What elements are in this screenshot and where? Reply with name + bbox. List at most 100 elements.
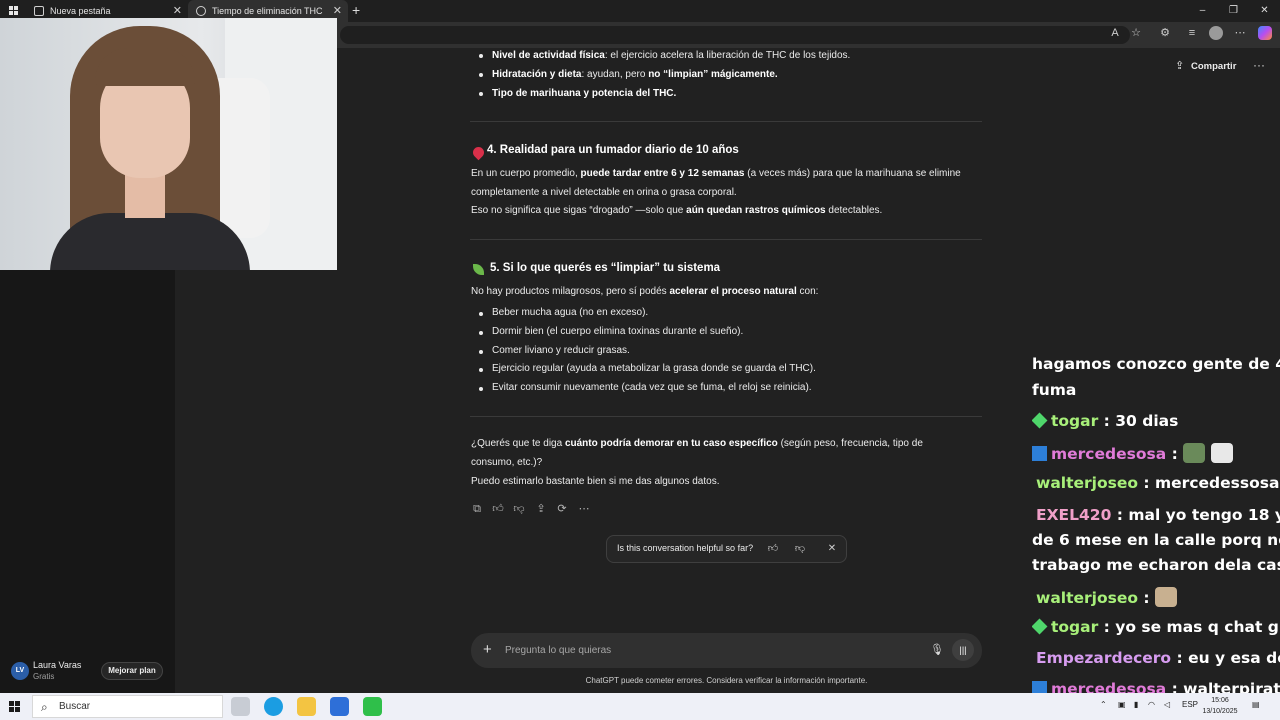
bullet-dot: [479, 92, 483, 96]
more-actions-icon[interactable]: ⋯: [577, 502, 591, 516]
notifications-icon[interactable]: ▤: [1252, 700, 1260, 709]
edge-browser-icon[interactable]: [264, 697, 283, 716]
paragraph: completamente a nivel detectable en orin…: [471, 187, 737, 198]
emote-icon: [1155, 587, 1178, 607]
list-item: Nivel de actividad física: el ejercicio …: [492, 50, 851, 61]
sub-badge-icon: [1032, 412, 1048, 429]
share-message-icon[interactable]: ⇪: [534, 502, 548, 516]
paragraph: En un cuerpo promedio, puede tardar entr…: [471, 168, 961, 179]
thumbs-down-icon[interactable]: 👎︎: [512, 502, 526, 516]
paragraph: Puedo estimarlo bastante bien si me das …: [471, 476, 720, 487]
share-button[interactable]: Compartir: [1191, 61, 1236, 72]
chat-line: togar : 30 dias: [1032, 412, 1178, 430]
tray-app-icon[interactable]: ▣: [1118, 700, 1126, 709]
sub-badge-icon: [1032, 618, 1048, 635]
maximize-button[interactable]: ❐: [1218, 0, 1249, 22]
tray-chevron-icon[interactable]: ⌃: [1100, 700, 1107, 709]
favorites-icon[interactable]: ≡: [1185, 26, 1199, 40]
close-icon[interactable]: ✕: [825, 542, 839, 556]
list-item: Comer liviano y reducir grasas.: [492, 345, 630, 356]
paragraph: No hay productos milagrosos, pero sí pod…: [471, 286, 819, 297]
list-item: Beber mucha agua (no en exceso).: [492, 307, 649, 318]
search-icon: ⌕: [41, 700, 48, 714]
mod-badge-icon: [1032, 446, 1047, 461]
voice-mode-icon[interactable]: |||: [952, 639, 974, 661]
copy-icon[interactable]: ⧉: [470, 502, 484, 516]
network-icon[interactable]: ◠: [1148, 700, 1155, 709]
list-item: Hidratación y dieta: ayudan, pero no “li…: [492, 69, 778, 80]
section-heading: 4. Realidad para un fumador diario de 10…: [487, 144, 739, 156]
list-item: Dormir bien (el cuerpo elimina toxinas d…: [492, 326, 744, 337]
emote-icon: [1210, 443, 1233, 463]
chat-line: mercedesosa :: [1032, 443, 1233, 463]
browser-menu-icon[interactable]: ⋯: [1233, 26, 1247, 40]
regenerate-icon[interactable]: ⟳: [555, 502, 569, 516]
disclaimer: ChatGPT puede cometer errores. Considera…: [585, 676, 868, 685]
window-menu-icon[interactable]: [9, 6, 19, 16]
minimize-button[interactable]: –: [1187, 0, 1218, 22]
paragraph: ¿Querés que te diga cuánto podría demora…: [471, 438, 923, 449]
upgrade-plan-button[interactable]: Mejorar plan: [101, 662, 163, 680]
paragraph: Eso no significa que sigas “drogado” —so…: [471, 205, 883, 216]
security-shield-icon[interactable]: [330, 697, 349, 716]
prompt-input[interactable]: [505, 642, 885, 659]
bullet-dot: [479, 331, 483, 335]
profile-avatar-icon[interactable]: [1209, 26, 1223, 40]
chat-line: fuma: [1032, 381, 1077, 399]
close-window-button[interactable]: ✕: [1249, 0, 1280, 22]
chat-line: EXEL420 : mal yo tengo 18 y est: [1036, 506, 1280, 524]
thumbs-up-icon[interactable]: 👍︎: [491, 502, 505, 516]
emote-icon: [1183, 443, 1206, 463]
windows-start-icon[interactable]: [9, 701, 21, 713]
list-item: Evitar consumir nuevamente (cada vez que…: [492, 382, 812, 393]
task-view-icon[interactable]: [231, 697, 250, 716]
chat-line: hagamos conozco gente de 40 70: [1032, 355, 1280, 373]
bullet-dot: [479, 312, 483, 316]
taskbar: ⌕ Buscar ⌃ ▣ ▮ ◠ ◁ ESP 15:06 13/10/2025 …: [0, 693, 1280, 720]
user-plan: Gratis: [33, 672, 55, 681]
webcam-overlay: [0, 18, 337, 270]
more-options-icon[interactable]: ···: [1253, 58, 1265, 72]
address-bar[interactable]: [340, 26, 1130, 44]
attach-plus-icon[interactable]: +: [483, 641, 492, 659]
divider: [470, 239, 982, 240]
clock[interactable]: 15:06 13/10/2025: [1200, 695, 1240, 717]
thumbs-down-icon[interactable]: 👎︎: [793, 542, 807, 556]
taskbar-search[interactable]: ⌕ Buscar: [32, 695, 223, 718]
language-indicator[interactable]: ESP: [1182, 700, 1198, 709]
chat-line: trabago me echaron dela casa: [1032, 556, 1280, 574]
feedback-prompt: Is this conversation helpful so far? 👍︎ …: [606, 535, 847, 563]
chat-line: mercedesosa : walterpirate: [1032, 680, 1280, 693]
bullet-dot: [479, 387, 483, 391]
chat-line: togar : yo se mas q chat gpt c: [1032, 618, 1280, 636]
section-heading: 5. Si lo que querés es “limpiar” tu sist…: [490, 262, 721, 274]
mod-badge-icon: [1032, 681, 1047, 693]
paragraph: consumo, etc.)?: [471, 457, 543, 468]
new-tab-button[interactable]: +: [352, 0, 360, 20]
read-aloud-icon[interactable]: A: [1108, 26, 1122, 40]
tray-usb-icon[interactable]: ▮: [1134, 700, 1138, 709]
list-item: Tipo de marihuana y potencia del THC.: [492, 88, 677, 99]
share-icon[interactable]: ⇪: [1175, 60, 1187, 72]
bullet-dot: [479, 54, 483, 58]
volume-icon[interactable]: ◁: [1164, 700, 1170, 709]
extensions-icon[interactable]: ⚙: [1158, 26, 1172, 40]
page-icon: [34, 6, 44, 16]
user-name: Laura Varas: [33, 660, 82, 670]
chat-line: Empezardecero : eu y esa de tu: [1036, 649, 1280, 667]
thumbs-up-icon[interactable]: 👍︎: [766, 542, 780, 556]
divider: [470, 121, 982, 122]
avatar: LV: [11, 662, 29, 680]
chat-line: walterjoseo : mercedessosa mi c: [1036, 474, 1280, 492]
bullet-dot: [479, 350, 483, 354]
composer: + 🎙︎ |||: [471, 633, 982, 668]
file-explorer-icon[interactable]: [297, 697, 316, 716]
divider: [470, 416, 982, 417]
app-icon[interactable]: [363, 697, 382, 716]
bullet-dot: [479, 368, 483, 372]
copilot-icon[interactable]: [1258, 26, 1272, 40]
favorite-star-icon[interactable]: ☆: [1129, 26, 1143, 40]
clock-time: 15:06: [1211, 697, 1229, 704]
feedback-question: Is this conversation helpful so far?: [617, 543, 754, 553]
microphone-icon[interactable]: 🎙︎: [930, 643, 944, 657]
